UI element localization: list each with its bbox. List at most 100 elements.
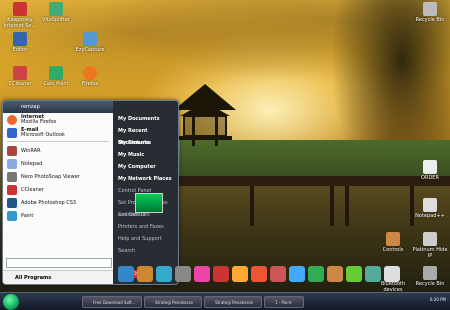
document-icon bbox=[423, 160, 437, 174]
program-label: Notepad bbox=[21, 160, 43, 167]
nero-icon bbox=[7, 171, 17, 182]
notepadpp-icon bbox=[423, 198, 437, 212]
dock-app-icon[interactable] bbox=[270, 266, 286, 282]
dock-app-icon[interactable] bbox=[156, 266, 172, 282]
program-label: Paint bbox=[21, 212, 34, 219]
start-orb-icon[interactable] bbox=[3, 294, 19, 310]
taskbar-button-strategi-2[interactable]: Strategi Penakaran bbox=[204, 296, 262, 308]
icon-dock bbox=[118, 263, 418, 285]
desktop-icon-kaspersky[interactable]: Kaspersky Internet Se... bbox=[0, 2, 40, 29]
pinned-email[interactable]: E-mail Microsoft Outlook bbox=[3, 126, 113, 139]
paint-icon bbox=[7, 210, 17, 221]
dock-app-icon[interactable] bbox=[346, 266, 362, 282]
dock-post bbox=[250, 186, 254, 226]
recycle-bin-icon bbox=[423, 266, 437, 280]
taskbar: Free Download Soft... Strategi Penakaran… bbox=[0, 292, 450, 310]
desktop-icon-label: EzyCapture bbox=[75, 47, 105, 53]
desktop: Kaspersky Internet Se... VitaSplitter Ed… bbox=[0, 0, 450, 310]
dock-app-icon[interactable] bbox=[308, 266, 324, 282]
place-printers[interactable]: Printers and Faxes bbox=[113, 221, 178, 233]
start-menu-programs-pane: remzap Internet Mozilla Firefox E-mail Mic… bbox=[3, 101, 113, 284]
place-network-places[interactable]: My Network Places bbox=[113, 173, 178, 185]
program-label: Nero PhotoSnap Viewer bbox=[21, 173, 80, 180]
notepad-icon bbox=[7, 158, 17, 169]
places-spacer bbox=[113, 101, 178, 113]
program-paint[interactable]: Paint bbox=[3, 209, 113, 222]
program-label: Adobe Photoshop CS3 bbox=[21, 199, 77, 206]
dock-app-icon[interactable] bbox=[289, 266, 305, 282]
controls-icon bbox=[386, 232, 400, 246]
program-notepad[interactable]: Notepad bbox=[3, 157, 113, 170]
start-menu: remzap Internet Mozilla Firefox E-mail Mic… bbox=[2, 100, 179, 285]
outlook-icon bbox=[7, 127, 17, 138]
vitasplitter-icon bbox=[49, 2, 63, 16]
dock-app-icon[interactable] bbox=[175, 266, 191, 282]
pinned-subtitle: Microsoft Outlook bbox=[21, 131, 65, 138]
desktop-icon-label: CCleaner bbox=[8, 81, 32, 87]
dock-app-icon[interactable] bbox=[327, 266, 343, 282]
dock-app-icon[interactable] bbox=[384, 266, 400, 282]
pavilion-silhouette bbox=[174, 84, 236, 146]
cain-icon bbox=[49, 66, 63, 80]
pinned-internet[interactable]: Internet Mozilla Firefox bbox=[3, 113, 113, 126]
program-ccleaner[interactable]: CCleaner bbox=[3, 183, 113, 196]
dock-post bbox=[330, 186, 334, 226]
desktop-icon-label: ORDER bbox=[421, 175, 439, 181]
dock-app-icon[interactable] bbox=[213, 266, 229, 282]
all-programs-button[interactable]: All Programs bbox=[3, 270, 113, 284]
desktop-icon-ezycapture[interactable]: EzyCapture bbox=[70, 32, 110, 53]
program-photoshop[interactable]: Adobe Photoshop CS3 bbox=[3, 196, 113, 209]
desktop-icon-firefox[interactable]: Firefox bbox=[70, 66, 110, 87]
place-recent-documents[interactable]: My Recent Documents bbox=[113, 125, 178, 146]
user-picture bbox=[135, 193, 163, 213]
dock-app-icon[interactable] bbox=[118, 266, 134, 282]
clock: 6:30 PM bbox=[429, 297, 446, 302]
kaspersky-icon bbox=[13, 2, 27, 16]
place-my-documents[interactable]: My Documents bbox=[113, 113, 178, 125]
place-search[interactable]: Search bbox=[113, 245, 178, 257]
program-nero-viewer[interactable]: Nero PhotoSnap Viewer bbox=[3, 170, 113, 183]
desktop-icon-label: Kaspersky Internet Se... bbox=[3, 17, 37, 29]
place-my-music[interactable]: My Music bbox=[113, 149, 178, 161]
desktop-icon-editor[interactable]: Editor bbox=[0, 32, 40, 53]
desktop-icon-label: Cain Point bbox=[43, 81, 69, 87]
editor-icon bbox=[13, 32, 27, 46]
dock-post bbox=[345, 186, 349, 226]
taskbar-button-strategi-1[interactable]: Strategi Penakaran bbox=[144, 296, 202, 308]
place-my-pictures[interactable]: My Pictures bbox=[113, 137, 178, 149]
dock-app-icon[interactable] bbox=[194, 266, 210, 282]
ccleaner-icon bbox=[7, 184, 17, 195]
desktop-icon-recycle-bin-top[interactable]: Recycle Bin bbox=[410, 2, 450, 23]
start-menu-user: remzap bbox=[3, 101, 113, 113]
desktop-icon-order[interactable]: ORDER bbox=[410, 160, 450, 181]
desktop-icon-controls[interactable]: Controls bbox=[373, 232, 413, 253]
dock-app-icon[interactable] bbox=[232, 266, 248, 282]
ezycapture-icon bbox=[83, 32, 97, 46]
place-my-computer[interactable]: My Computer bbox=[113, 161, 178, 173]
taskbar-button-download[interactable]: Free Download Soft... bbox=[82, 296, 142, 308]
dock-app-icon[interactable] bbox=[251, 266, 267, 282]
taskbar-button-paint[interactable]: 1 - Paint bbox=[264, 296, 304, 308]
program-winrar[interactable]: WinRAR bbox=[3, 144, 113, 157]
desktop-icon-label: VitaSplitter bbox=[42, 17, 70, 23]
desktop-icon-hide-ip[interactable]: Platinum Hide IP bbox=[410, 232, 450, 259]
dock-app-icon[interactable] bbox=[365, 266, 381, 282]
firefox-icon bbox=[7, 114, 17, 125]
pinned-subtitle: Mozilla Firefox bbox=[21, 118, 57, 125]
divider bbox=[7, 141, 109, 142]
desktop-icon-label: Firefox bbox=[81, 81, 99, 87]
program-label: CCleaner bbox=[21, 186, 44, 193]
ccleaner-icon bbox=[13, 66, 27, 80]
winrar-icon bbox=[7, 145, 17, 156]
desktop-icon-label: Controls bbox=[382, 247, 404, 253]
desktop-icon-vitasplitter[interactable]: VitaSplitter bbox=[36, 2, 76, 23]
start-search-input[interactable] bbox=[6, 258, 112, 268]
dock-app-icon[interactable] bbox=[137, 266, 153, 282]
place-help[interactable]: Help and Support bbox=[113, 233, 178, 245]
desktop-icon-label: Recycle Bin bbox=[415, 281, 445, 287]
program-label: WinRAR bbox=[21, 147, 41, 154]
firefox-icon bbox=[83, 66, 97, 80]
desktop-icon-ccleaner[interactable]: CCleaner bbox=[0, 66, 40, 87]
photoshop-icon bbox=[7, 197, 17, 208]
desktop-icon-notepadpp[interactable]: Notepad++ bbox=[410, 198, 450, 219]
